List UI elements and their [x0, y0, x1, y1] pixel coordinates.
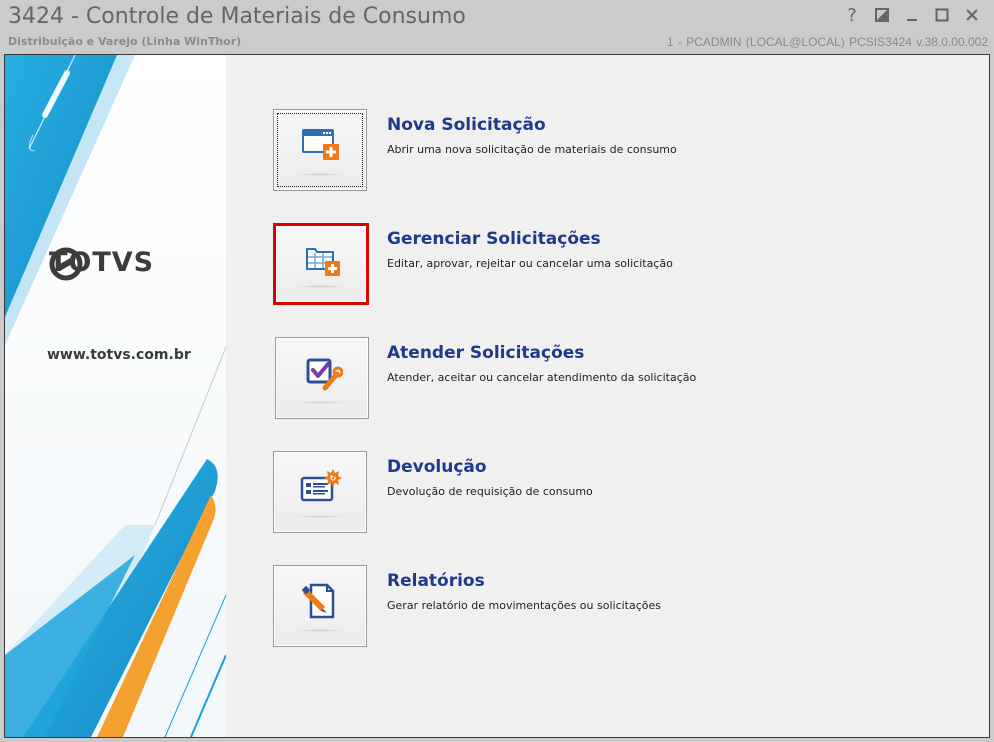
window-subtitle: Distribuição e Varejo (Linha WinThor): [8, 35, 242, 48]
close-icon: [966, 9, 978, 21]
close-button[interactable]: [958, 2, 986, 28]
atender-solicitacoes-title[interactable]: Atender Solicitações: [387, 343, 584, 363]
website-link: www.totvs.com.br: [47, 347, 191, 363]
window-controls: ?: [838, 2, 986, 28]
maximize-icon: [935, 8, 949, 22]
decorative-stripes: [5, 55, 226, 737]
restore-button[interactable]: [868, 2, 896, 28]
app-window: 3424 - Controle de Materiais de Consumo …: [0, 0, 994, 742]
gerenciar-solicitacoes-button[interactable]: [273, 223, 369, 305]
new-request-icon: [302, 129, 339, 160]
nova-solicitacao-description: Abrir uma nova solicitação de materiais …: [387, 143, 677, 156]
reports-icon: [301, 583, 335, 619]
session-info: 1 - PCADMIN (LOCAL@LOCAL) PCSIS3424 v.38…: [666, 35, 988, 49]
minimize-button[interactable]: [898, 2, 926, 28]
devolucao-title[interactable]: Devolução: [387, 457, 487, 477]
menu-item-devolucao: ↻ Devolução Devolução de requisição de c…: [273, 451, 873, 535]
title-bar: 3424 - Controle de Materiais de Consumo …: [0, 0, 994, 52]
relatorios-description: Gerar relatório de movimentações ou soli…: [387, 599, 662, 612]
menu-item-relatorios: Relatórios Gerar relatório de movimentaç…: [273, 565, 873, 649]
atender-solicitacoes-description: Atender, aceitar ou cancelar atendimento…: [387, 371, 697, 384]
svg-text:↻: ↻: [330, 474, 337, 483]
nova-solicitacao-button[interactable]: [273, 109, 367, 191]
help-button[interactable]: ?: [838, 2, 866, 28]
side-panel: TOTVS www.totvs.com.br: [5, 55, 226, 737]
devolucao-button[interactable]: ↻: [273, 451, 367, 533]
gerenciar-solicitacoes-title[interactable]: Gerenciar Solicitações: [387, 229, 601, 249]
minimize-icon: [907, 19, 917, 21]
fulfill-requests-icon: [306, 358, 343, 391]
maximize-button[interactable]: [928, 2, 956, 28]
menu-item-nova-solicitacao: Nova Solicitação Abrir uma nova solicita…: [273, 109, 873, 193]
gerenciar-solicitacoes-description: Editar, aprovar, rejeitar ou cancelar um…: [387, 257, 673, 270]
main-content: TOTVS www.totvs.com.br Nova Solicitação …: [4, 54, 990, 738]
restore-icon: [875, 8, 889, 22]
relatorios-button[interactable]: [273, 565, 367, 647]
return-icon: ↻: [300, 469, 342, 502]
menu-item-atender-solicitacoes: Atender Solicitações Atender, aceitar ou…: [275, 337, 875, 421]
relatorios-title[interactable]: Relatórios: [387, 571, 485, 591]
totvs-logo-icon: [49, 247, 83, 281]
menu-item-gerenciar-solicitacoes: Gerenciar Solicitações Editar, aprovar, …: [273, 223, 873, 307]
devolucao-description: Devolução de requisição de consumo: [387, 485, 593, 498]
help-icon: ?: [847, 4, 857, 26]
atender-solicitacoes-button[interactable]: [275, 337, 369, 419]
totvs-logo: TOTVS: [49, 247, 154, 281]
window-title: 3424 - Controle de Materiais de Consumo: [8, 4, 466, 29]
nova-solicitacao-title[interactable]: Nova Solicitação: [387, 115, 546, 135]
manage-requests-icon: [306, 248, 340, 276]
